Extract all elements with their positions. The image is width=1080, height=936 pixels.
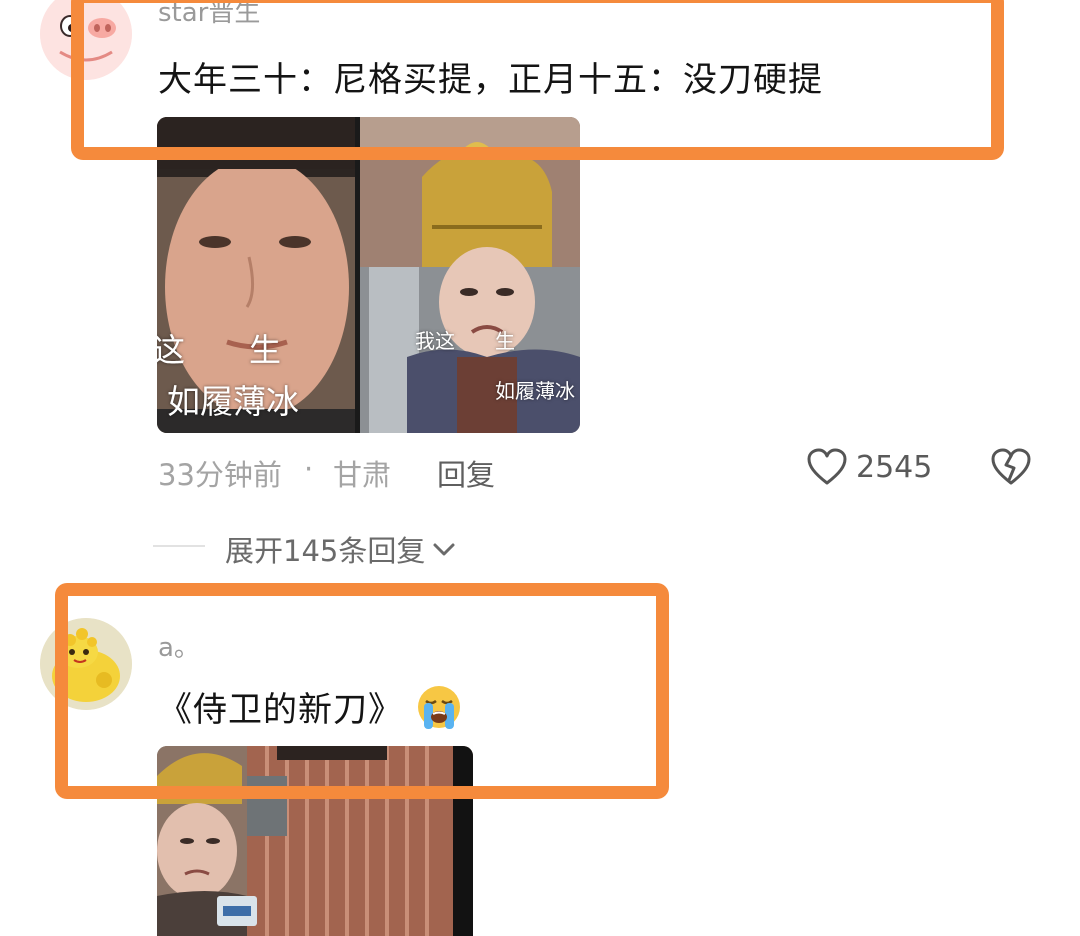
reply-button[interactable]: 回复: [437, 452, 495, 494]
like-button[interactable]: 2545: [806, 447, 932, 487]
like-count: 2545: [856, 449, 933, 485]
expand-replies-label: 展开145条回复: [225, 534, 426, 568]
highlight-box: [55, 583, 669, 799]
heart-icon: [807, 448, 847, 485]
divider-line: [153, 545, 205, 547]
comment-image[interactable]: 这 生 如履薄冰 我这 生 如履薄冰: [157, 117, 580, 433]
meme-caption: 如履薄冰: [495, 379, 575, 403]
comment-region: 甘肃: [333, 458, 392, 492]
comment-timestamp: 33分钟前: [158, 458, 282, 492]
chevron-down-icon: [433, 543, 455, 556]
meme-caption: 我这 生: [415, 329, 515, 353]
meme-caption: 这 生: [157, 331, 282, 369]
meme-caption: 如履薄冰: [167, 382, 299, 421]
highlight-box: [71, 0, 1004, 160]
expand-replies-button[interactable]: 展开145条回复: [225, 528, 457, 570]
broken-heart-icon: [991, 448, 1031, 485]
meta-separator: ·: [304, 452, 314, 486]
dislike-button[interactable]: [990, 447, 1032, 491]
